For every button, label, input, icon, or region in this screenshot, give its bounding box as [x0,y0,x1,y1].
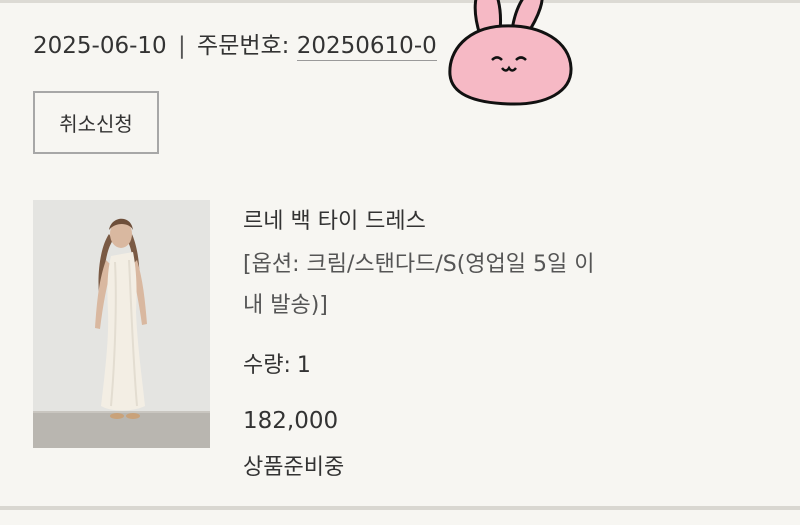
quantity-label: 수량: [243,353,291,378]
product-price: 182,000 [243,408,339,434]
quantity-value: 1 [296,353,311,378]
order-status: 상품준비중 [243,455,345,480]
bottom-divider [0,506,800,510]
top-divider [0,0,800,3]
order-number-label: 주문번호: [197,33,290,59]
dress-model-illustration [33,200,210,448]
order-date: 2025-06-10 [33,33,167,59]
order-separator: | [177,33,186,59]
product-quantity: 수량: 1 [243,347,311,379]
cancel-request-button[interactable]: 취소신청 [33,91,159,154]
order-number-link[interactable]: 20250610-0 [296,33,437,61]
order-header: 2025-06-10 | 주문번호: 20250610-0 [33,30,437,62]
product-option: [옵션: 크림/스탠다드/S(영업일 5일 이내 발송)] [243,252,595,318]
product-name[interactable]: 르네 백 타이 드레스 [243,203,426,235]
product-image[interactable] [33,200,210,448]
bunny-sticker [448,0,573,106]
